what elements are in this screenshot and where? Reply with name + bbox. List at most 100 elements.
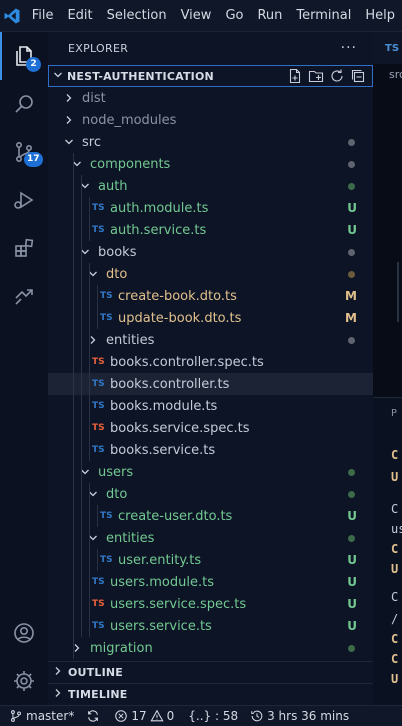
collapse-all-icon[interactable] [350, 68, 366, 84]
indent-guide [81, 395, 82, 417]
folder-entities[interactable]: entities [48, 527, 373, 549]
git-status-decoration: M [345, 311, 357, 325]
refresh-icon[interactable] [329, 68, 345, 84]
tree-item-label: dto [106, 266, 128, 282]
manage-activity-button[interactable] [0, 657, 48, 705]
branch-name: master* [26, 709, 75, 723]
indent-guide [89, 593, 90, 615]
folder-migration[interactable]: migration [48, 637, 373, 659]
folder-users[interactable]: users [48, 461, 373, 483]
folder-node-modules[interactable]: node_modules [48, 109, 373, 131]
file-users-service-ts[interactable]: TS users.service.ts U [48, 615, 373, 637]
git-branch-icon [11, 710, 21, 722]
typescript-icon: TS [100, 291, 113, 301]
account-icon [14, 623, 34, 643]
file-books-module-ts[interactable]: TS books.module.ts [48, 395, 373, 417]
menu-go[interactable]: Go [218, 0, 250, 32]
typescript-icon: TS [92, 379, 105, 389]
file-user-entity-ts[interactable]: TS user.entity.ts U [48, 549, 373, 571]
terminal-line: C [391, 632, 399, 646]
tree-item-label: entities [106, 332, 155, 348]
title-bar: File Edit Selection View Go Run Terminal Help [0, 0, 402, 32]
project-name: NEST-AUTHENTICATION [67, 69, 214, 83]
chevron-right-icon [62, 115, 76, 125]
folder-books[interactable]: books [48, 241, 373, 263]
file-update-book-dto-ts[interactable]: TS update-book.dto.ts M [48, 307, 373, 329]
file-auth-module-ts[interactable]: TS auth.module.ts U [48, 197, 373, 219]
terminal-line: C [391, 590, 399, 604]
menu-edit[interactable]: Edit [60, 0, 99, 32]
folder-dto[interactable]: dto [48, 483, 373, 505]
extensions-activity-button[interactable] [0, 224, 48, 272]
tree-item-label: migration [90, 640, 153, 656]
file-create-user-dto-ts[interactable]: TS create-user.dto.ts U [48, 505, 373, 527]
indent-guide [89, 197, 90, 219]
chevron-right-icon [48, 666, 68, 679]
typescript-icon: TS [92, 577, 105, 587]
remote-explorer-activity-button[interactable] [0, 272, 48, 320]
indent-guide [81, 461, 82, 483]
menu-help[interactable]: Help [358, 0, 402, 32]
editor-tab[interactable]: TS [373, 32, 402, 64]
git-status-decoration: U [347, 619, 357, 633]
problems-status[interactable]: 17 0 [114, 709, 174, 723]
file-users-module-ts[interactable]: TS users.module.ts U [48, 571, 373, 593]
menu-terminal[interactable]: Terminal [289, 0, 358, 32]
file-auth-service-ts[interactable]: TS auth.service.ts U [48, 219, 373, 241]
new-folder-icon[interactable] [308, 68, 324, 84]
terminal-line: U [391, 470, 399, 484]
folder-entities[interactable]: entities [48, 329, 373, 351]
menu-run[interactable]: Run [250, 0, 289, 32]
indent-guide [73, 483, 74, 505]
tree-item-label: users.service.ts [110, 618, 212, 634]
indent-guide [89, 285, 90, 307]
indent-guide [81, 285, 82, 307]
breadcrumb[interactable]: src [373, 64, 402, 86]
indent-guide [81, 439, 82, 461]
folder-src[interactable]: src [48, 131, 373, 153]
branch-status[interactable]: master* [9, 709, 74, 723]
indent-guide [73, 329, 74, 351]
time-tracker-status[interactable]: 3 hrs 36 mins [250, 709, 349, 723]
panel-tab-label[interactable]: P [391, 408, 397, 419]
git-change-dot [348, 249, 355, 256]
search-activity-button[interactable] [0, 80, 48, 128]
indent-guide [73, 241, 74, 263]
warning-count: 0 [166, 709, 175, 723]
accounts-activity-button[interactable] [0, 609, 48, 657]
new-file-icon[interactable] [287, 68, 303, 84]
folder-auth[interactable]: auth [48, 175, 373, 197]
sync-button[interactable] [86, 709, 100, 723]
file-books-service-spec-ts[interactable]: TS books.service.spec.ts [48, 417, 373, 439]
source-control-activity-button[interactable]: 17 [0, 128, 48, 176]
file-books-controller-ts[interactable]: TS books.controller.ts [48, 373, 373, 395]
file-books-service-ts[interactable]: TS books.service.ts [48, 439, 373, 461]
braces-status[interactable]: {..} : 58 [188, 709, 238, 723]
file-create-book-dto-ts[interactable]: TS create-book.dto.ts M [48, 285, 373, 307]
project-folder-header[interactable]: NEST-AUTHENTICATION [48, 65, 373, 87]
tree-item-label: create-user.dto.ts [118, 508, 233, 524]
typescript-icon: TS [100, 555, 113, 565]
file-books-controller-spec-ts[interactable]: TS books.controller.spec.ts [48, 351, 373, 373]
menu-file[interactable]: File [25, 0, 61, 32]
indent-guide [89, 219, 90, 241]
tree-item-label: node_modules [82, 112, 177, 128]
status-bar: master* 17 0 {..} : 58 3 hrs 36 mins [0, 705, 402, 726]
menu-view[interactable]: View [174, 0, 219, 32]
menu-selection[interactable]: Selection [100, 0, 174, 32]
run-debug-activity-button[interactable] [0, 176, 48, 224]
indent-guide [81, 241, 82, 263]
timeline-section[interactable]: TIMELINE [48, 683, 373, 705]
folder-components[interactable]: components [48, 153, 373, 175]
indent-guide [81, 307, 82, 329]
indent-guide [73, 593, 74, 615]
more-actions-button[interactable]: ··· [341, 40, 357, 56]
indent-guide [81, 329, 82, 351]
file-users-service-spec-ts[interactable]: TS users.service.spec.ts U [48, 593, 373, 615]
typescript-icon: TS [92, 445, 105, 455]
folder-dist[interactable]: dist [48, 87, 373, 109]
typescript-test-icon: TS [92, 599, 105, 609]
folder-dto[interactable]: dto [48, 263, 373, 285]
explorer-activity-button[interactable]: 2 [0, 32, 48, 80]
outline-section[interactable]: OUTLINE [48, 661, 373, 683]
